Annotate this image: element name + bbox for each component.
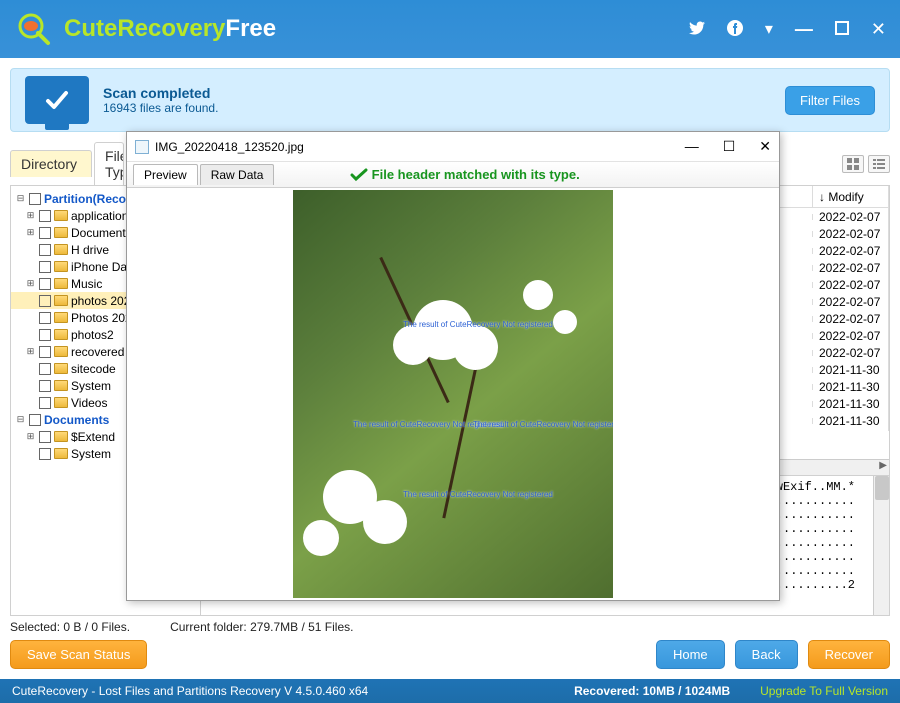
tree-root-documents[interactable]: Documents [44, 413, 109, 427]
maximize-icon[interactable] [835, 21, 849, 38]
checkmark-icon [350, 168, 368, 182]
app-logo-icon [14, 9, 54, 49]
watermark-text: The result of CuteRecovery Not registere… [473, 420, 613, 429]
view-list-icon[interactable] [868, 155, 890, 173]
view-grid-icon[interactable] [842, 155, 864, 173]
preview-tab[interactable]: Preview [133, 164, 198, 185]
watermark-text: The result of CuteRecovery Not registere… [403, 490, 553, 499]
scan-status-sub: 16943 files are found. [103, 101, 218, 115]
dialog-title: IMG_20220418_123520.jpg [155, 140, 304, 154]
tree-item[interactable]: sitecode [71, 362, 116, 376]
facebook-icon[interactable] [727, 20, 743, 39]
save-scan-status-button[interactable]: Save Scan Status [10, 640, 147, 669]
tree-item[interactable]: application [71, 209, 128, 223]
col-header-modify[interactable]: ↓ Modify [813, 186, 889, 207]
tree-item[interactable]: Documents [71, 226, 132, 240]
scan-status-panel: Scan completed 16943 files are found. Fi… [10, 68, 890, 132]
tree-item[interactable]: recovered [71, 345, 124, 359]
tree-item[interactable]: photos2 [71, 328, 114, 342]
recover-button[interactable]: Recover [808, 640, 890, 669]
app-name-suffix: Free [225, 15, 276, 43]
dialog-maximize-icon[interactable]: ☐ [723, 138, 736, 155]
tree-item[interactable]: System [71, 447, 111, 461]
current-folder-status: Current folder: 279.7MB / 51 Files. [170, 620, 353, 634]
watermark-text: The result of CuteRecovery Not registere… [403, 320, 553, 329]
dialog-minimize-icon[interactable]: — [685, 138, 699, 155]
monitor-icon [25, 76, 89, 124]
upgrade-link[interactable]: Upgrade To Full Version [760, 684, 888, 698]
cell-date: 2021-11-30 [813, 411, 889, 431]
scan-status-title: Scan completed [103, 85, 218, 101]
dialog-titlebar[interactable]: IMG_20220418_123520.jpg — ☐ ✕ [127, 132, 779, 162]
preview-image-area: The result of CuteRecovery Not registere… [127, 188, 779, 600]
dialog-close-icon[interactable]: ✕ [759, 138, 771, 155]
sort-down-icon: ↓ [819, 190, 825, 204]
bottom-status-bar: CuteRecovery - Lost Files and Partitions… [0, 679, 900, 703]
file-icon [135, 140, 149, 154]
tree-item[interactable]: H drive [71, 243, 109, 257]
back-button[interactable]: Back [735, 640, 798, 669]
dropdown-icon[interactable]: ▾ [765, 19, 773, 39]
tab-file-type[interactable]: File Type [94, 142, 124, 185]
minimize-icon[interactable]: — [795, 19, 813, 40]
raw-data-tab[interactable]: Raw Data [200, 164, 275, 185]
home-button[interactable]: Home [656, 640, 725, 669]
twitter-icon[interactable] [689, 20, 705, 39]
app-titlebar: CuteRecovery Free ▾ — ✕ [0, 0, 900, 58]
app-version-text: CuteRecovery - Lost Files and Partitions… [12, 684, 368, 698]
preview-dialog: IMG_20220418_123520.jpg — ☐ ✕ Preview Ra… [126, 131, 780, 601]
tree-item[interactable]: Videos [71, 396, 107, 410]
app-name: CuteRecovery [64, 15, 225, 43]
close-icon[interactable]: ✕ [871, 19, 886, 40]
tab-directory[interactable]: Directory [10, 150, 92, 177]
selected-status: Selected: 0 B / 0 Files. [10, 620, 130, 634]
tree-item[interactable]: $Extend [71, 430, 115, 444]
tree-item[interactable]: Music [71, 277, 102, 291]
preview-image: The result of CuteRecovery Not registere… [293, 190, 613, 598]
recovered-text: Recovered: 10MB / 1024MB [574, 684, 730, 698]
header-match-status: File header matched with its type. [350, 167, 580, 182]
filter-files-button[interactable]: Filter Files [785, 86, 875, 115]
hex-vertical-scrollbar[interactable] [873, 476, 889, 615]
status-bar: Selected: 0 B / 0 Files. Current folder:… [10, 620, 890, 634]
tree-item[interactable]: System [71, 379, 111, 393]
